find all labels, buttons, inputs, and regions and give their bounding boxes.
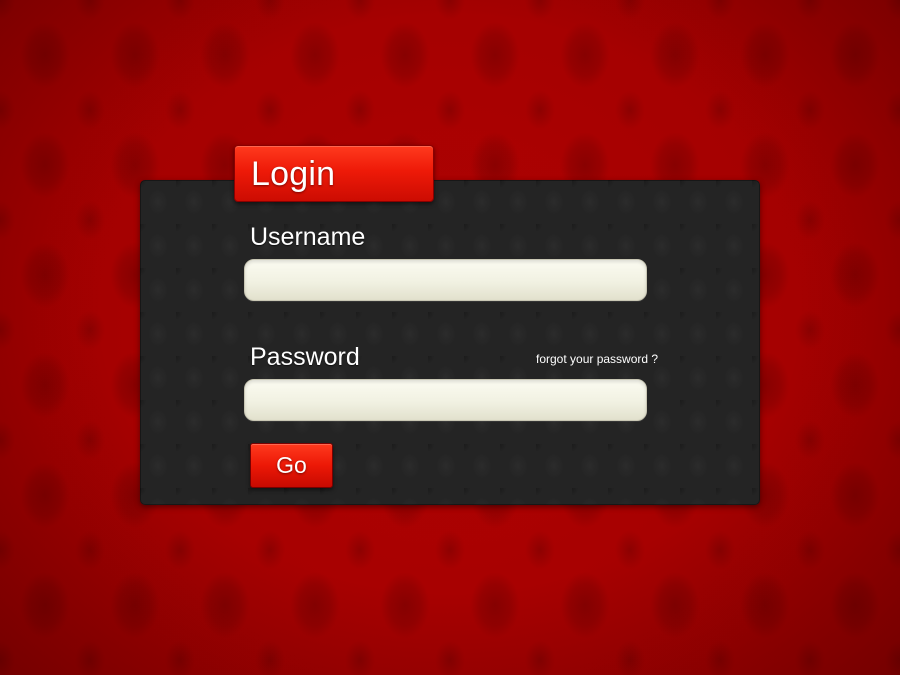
password-label: Password [250,343,360,371]
username-label: Username [250,223,366,251]
forgot-password-link[interactable]: forgot your password ? [536,352,658,366]
login-panel [140,180,760,505]
password-input[interactable] [244,379,647,421]
login-header-tab: Login [234,145,434,202]
go-button[interactable]: Go [250,443,333,488]
login-title: Login [251,155,336,193]
username-input[interactable] [244,259,647,301]
